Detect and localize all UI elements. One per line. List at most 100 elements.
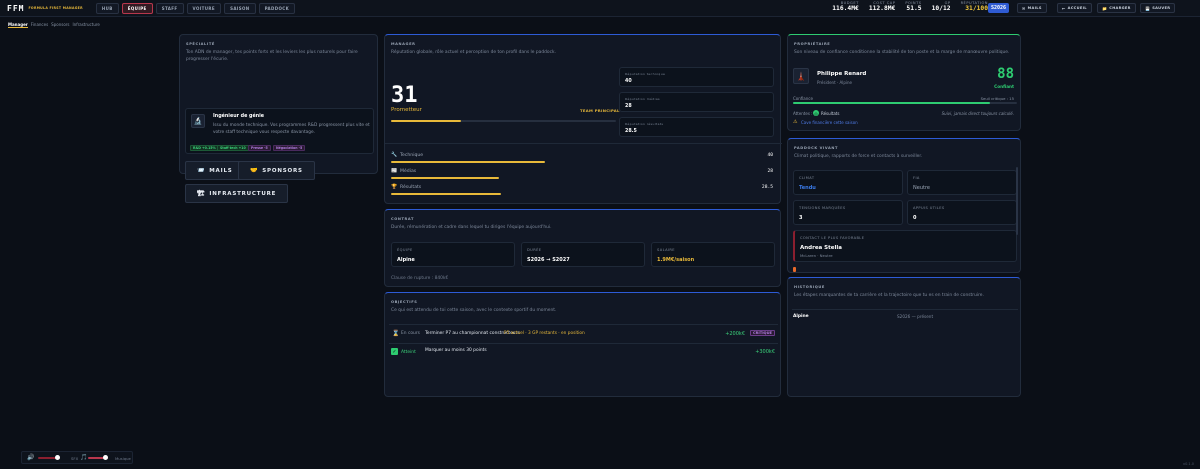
box-label: CLIMAT bbox=[799, 176, 815, 180]
mini-stat-label: Réputation résultats bbox=[625, 122, 664, 126]
wrench-icon: 🔧 bbox=[391, 152, 398, 158]
back-arrow-icon: ← bbox=[1062, 5, 1066, 11]
malus-tag: Négociation -5 bbox=[273, 145, 306, 151]
home-label: ACCUEIL bbox=[1067, 6, 1087, 10]
slider-knob[interactable] bbox=[55, 455, 60, 460]
box-label: TENSIONS MARQUÉES bbox=[799, 206, 846, 210]
owner-confidence-score: 88 bbox=[997, 66, 1014, 82]
mails-label: MAILS bbox=[1027, 6, 1042, 10]
support-box: APPUIS UTILES 0 bbox=[907, 200, 1017, 225]
logo-mark: FFM bbox=[7, 3, 25, 13]
confidence-label: Confiance bbox=[793, 96, 813, 101]
scrollbar[interactable] bbox=[1016, 167, 1018, 235]
row-label: Résultats bbox=[400, 185, 422, 190]
owner-mood: Confiant bbox=[994, 84, 1014, 89]
save-label: SAUVER bbox=[1152, 6, 1171, 10]
tab-staff[interactable]: STAFF bbox=[155, 2, 184, 14]
manager-card: MANAGER Réputation globale, rôle actuel … bbox=[384, 34, 782, 204]
row-bar bbox=[391, 161, 776, 163]
card-title: HISTORIQUE bbox=[794, 285, 825, 289]
objectifs-card: OBJECTIFS Ce qui est attendu de toi cett… bbox=[384, 292, 781, 397]
speaker-icon[interactable]: 🔊 bbox=[27, 454, 34, 461]
load-button[interactable]: 📁 CHARGER bbox=[1097, 3, 1136, 13]
malus-tag: Presse -5 bbox=[248, 145, 271, 151]
load-label: CHARGER bbox=[1109, 6, 1131, 10]
sponsors-shortcut-button[interactable]: 🤝 SPONSORS bbox=[238, 161, 315, 180]
season-badge: S2026 bbox=[988, 3, 1010, 13]
contract-duration-box: DURÉE S2026 → S2027 bbox=[521, 242, 645, 267]
reputation-bar bbox=[391, 120, 616, 122]
box-value: Neutre bbox=[913, 185, 930, 191]
app-logo[interactable]: FFM FORMULA FIRST MANAGER bbox=[7, 4, 83, 13]
mail-icon: ✉ bbox=[1022, 5, 1026, 11]
audio-controls: 🔊 SFX 🎵 Musique bbox=[21, 451, 133, 464]
row-value: 40 bbox=[767, 153, 773, 158]
objective-status: En cours bbox=[401, 331, 420, 336]
row-value: 28.5 bbox=[761, 185, 773, 190]
save-button[interactable]: 💾 SAUVER bbox=[1140, 3, 1176, 13]
critical-threshold: Seuil critique : 15 bbox=[980, 96, 1014, 101]
slider-knob[interactable] bbox=[103, 455, 108, 460]
row-bar bbox=[391, 193, 776, 195]
header-stats: BUDGET 116.4M€ COST CAP 112.8M€ POINTS 51.5… bbox=[832, 1, 988, 12]
sfx-slider[interactable] bbox=[38, 455, 60, 460]
subnav-finances[interactable]: Finances bbox=[31, 22, 48, 28]
row-bar-fill bbox=[391, 193, 501, 195]
mails-shortcut-button[interactable]: 📨 MAILS bbox=[185, 161, 245, 180]
logo-subtitle: FORMULA FIRST MANAGER bbox=[28, 6, 83, 10]
box-value: 3 bbox=[799, 215, 803, 221]
stat-reputation: RÉPUTATION 31/100 bbox=[961, 1, 988, 12]
box-label: APPUIS UTILES bbox=[913, 206, 945, 210]
check-icon: ✓ bbox=[391, 348, 398, 355]
music-slider[interactable] bbox=[88, 455, 108, 460]
stat-points: POINTS 51.5 bbox=[905, 1, 921, 12]
row-bar-fill bbox=[391, 177, 499, 179]
contact-name: Andrea Stella bbox=[800, 245, 842, 251]
favorable-contact-box[interactable]: CONTACT LE PLUS FAVORABLE Andrea Stella … bbox=[793, 230, 1017, 262]
reputation-rank: Prometteur bbox=[391, 107, 422, 113]
mails-button[interactable]: ✉ MAILS bbox=[1017, 3, 1047, 13]
hourglass-icon: ⌛ bbox=[392, 330, 400, 337]
tab-voiture[interactable]: VOITURE bbox=[186, 2, 222, 14]
box-label: CONTACT LE PLUS FAVORABLE bbox=[800, 236, 865, 240]
history-period: S2026 — présent bbox=[897, 314, 934, 319]
subnav-sponsors[interactable]: Sponsors bbox=[51, 22, 69, 28]
climate-box: CLIMAT Tendu bbox=[793, 170, 903, 195]
card-title: CONTRAT bbox=[391, 217, 415, 221]
box-value: 1.9M€/saison bbox=[657, 257, 695, 263]
tab-hub[interactable]: HUB bbox=[95, 2, 119, 14]
box-value: S2026 → S2027 bbox=[527, 257, 570, 263]
button-label: INFRASTRUCTURE bbox=[209, 190, 277, 197]
stat-cost-cap: COST CAP 112.8M€ bbox=[869, 1, 896, 12]
tab-paddock[interactable]: PADDOCK bbox=[258, 2, 296, 14]
card-description: Son niveau de confiance conditionne la s… bbox=[794, 50, 1010, 55]
newspaper-icon: 📰 bbox=[391, 168, 398, 174]
card-title: PADDOCK VIVANT bbox=[794, 146, 839, 150]
mini-stat-label: Réputation médias bbox=[625, 97, 661, 101]
box-label: FIA bbox=[913, 176, 920, 180]
stat-budget: BUDGET 116.4M€ bbox=[832, 1, 859, 12]
main-nav: HUB ÉQUIPE STAFF VOITURE SAISON PADDOCK bbox=[95, 2, 296, 14]
objective-reward: +300k€ bbox=[755, 349, 775, 355]
infrastructure-shortcut-button[interactable]: 🏗 INFRASTRUCTURE bbox=[185, 184, 289, 203]
tensions-box: TENSIONS MARQUÉES 3 bbox=[793, 200, 903, 225]
reputation-bar-fill bbox=[391, 120, 461, 122]
music-icon[interactable]: 🎵 bbox=[80, 454, 87, 461]
contract-team-box: ÉQUIPE Alpine bbox=[391, 242, 515, 267]
handshake-icon: 🤝 bbox=[250, 167, 259, 174]
divider bbox=[385, 143, 782, 144]
home-button[interactable]: ← ACCUEIL bbox=[1057, 3, 1092, 13]
divider bbox=[792, 309, 1018, 310]
stat-gp: GP 10/12 bbox=[932, 1, 951, 12]
confidence-bar-fill bbox=[793, 102, 991, 104]
subnav-infrastructure[interactable]: Infrastructure bbox=[73, 22, 100, 28]
stat-value: 51.5 bbox=[906, 5, 922, 12]
stat-value: 10/12 bbox=[931, 5, 951, 12]
box-label: ÉQUIPE bbox=[397, 248, 413, 252]
tab-equipe[interactable]: ÉQUIPE bbox=[121, 2, 153, 14]
owner-name: Philippe Renard bbox=[817, 71, 867, 77]
card-description: Ce qui est attendu de toi cette saison, … bbox=[391, 308, 557, 313]
tab-saison[interactable]: SAISON bbox=[224, 2, 256, 14]
subnav-manager[interactable]: Manager bbox=[8, 22, 28, 28]
history-team: Alpine bbox=[793, 314, 809, 319]
